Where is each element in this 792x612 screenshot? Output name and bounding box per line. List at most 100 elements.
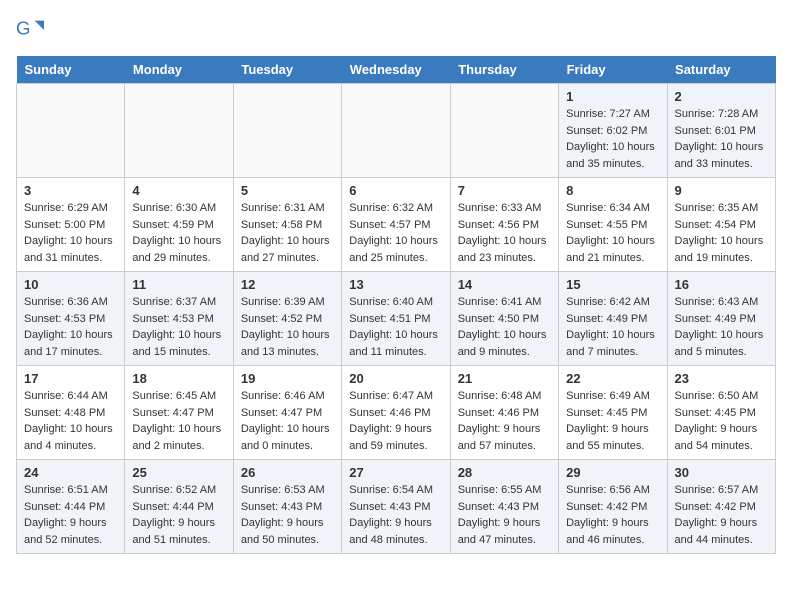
weekday-header-saturday: Saturday	[667, 56, 775, 84]
day-number: 3	[24, 183, 117, 198]
day-number: 25	[132, 465, 225, 480]
day-number: 29	[566, 465, 659, 480]
day-info: Sunrise: 6:34 AMSunset: 4:55 PMDaylight:…	[566, 200, 659, 266]
calendar-cell: 19 Sunrise: 6:46 AMSunset: 4:47 PMDayligh…	[233, 366, 341, 460]
day-number: 30	[675, 465, 768, 480]
day-number: 19	[241, 371, 334, 386]
calendar-cell: 29Sunrise: 6:56 AMSunset: 4:42 PMDayligh…	[559, 460, 667, 554]
calendar-cell: 23 Sunrise: 6:50 AMSunset: 4:45 PMDayligh…	[667, 366, 775, 460]
day-number: 7	[458, 183, 551, 198]
logo-icon: G	[16, 16, 44, 44]
day-number: 9	[675, 183, 768, 198]
day-number: 10	[24, 277, 117, 292]
calendar-cell: 28 Sunrise: 6:55 AMSunset: 4:43 PMDayligh…	[450, 460, 558, 554]
day-info: Sunrise: 6:54 AMSunset: 4:43 PMDaylight:…	[349, 482, 442, 548]
calendar-cell: 26Sunrise: 6:53 AMSunset: 4:43 PMDayligh…	[233, 460, 341, 554]
day-info: Sunrise: 6:51 AMSunset: 4:44 PMDaylight:…	[24, 482, 117, 548]
calendar-cell: 27 Sunrise: 6:54 AMSunset: 4:43 PMDayligh…	[342, 460, 450, 554]
day-number: 21	[458, 371, 551, 386]
day-info: Sunrise: 6:49 AMSunset: 4:45 PMDaylight:…	[566, 388, 659, 454]
day-info: Sunrise: 6:35 AMSunset: 4:54 PMDaylight:…	[675, 200, 768, 266]
weekday-header-friday: Friday	[559, 56, 667, 84]
calendar-cell: 8 Sunrise: 6:34 AMSunset: 4:55 PMDaylight…	[559, 178, 667, 272]
weekday-header-thursday: Thursday	[450, 56, 558, 84]
calendar-cell: 15 Sunrise: 6:42 AMSunset: 4:49 PMDayligh…	[559, 272, 667, 366]
calendar-cell	[125, 84, 233, 178]
day-number: 4	[132, 183, 225, 198]
day-info: Sunrise: 6:43 AMSunset: 4:49 PMDaylight:…	[675, 294, 768, 360]
day-number: 5	[241, 183, 334, 198]
calendar-cell: 2 Sunrise: 7:28 AMSunset: 6:01 PMDaylight…	[667, 84, 775, 178]
day-number: 26	[241, 465, 334, 480]
calendar-week-row: 10 Sunrise: 6:36 AMSunset: 4:53 PMDayligh…	[17, 272, 776, 366]
calendar-cell: 5 Sunrise: 6:31 AMSunset: 4:58 PMDaylight…	[233, 178, 341, 272]
day-info: Sunrise: 6:47 AMSunset: 4:46 PMDaylight:…	[349, 388, 442, 454]
day-number: 22	[566, 371, 659, 386]
day-number: 14	[458, 277, 551, 292]
calendar-cell	[17, 84, 125, 178]
calendar-cell: 21 Sunrise: 6:48 AMSunset: 4:46 PMDayligh…	[450, 366, 558, 460]
calendar-cell: 12 Sunrise: 6:39 AMSunset: 4:52 PMDayligh…	[233, 272, 341, 366]
day-number: 13	[349, 277, 442, 292]
calendar-week-row: 24 Sunrise: 6:51 AMSunset: 4:44 PMDayligh…	[17, 460, 776, 554]
day-info: Sunrise: 6:50 AMSunset: 4:45 PMDaylight:…	[675, 388, 768, 454]
weekday-header-sunday: Sunday	[17, 56, 125, 84]
calendar-cell	[342, 84, 450, 178]
calendar-cell: 7Sunrise: 6:33 AMSunset: 4:56 PMDaylight…	[450, 178, 558, 272]
calendar-cell: 6Sunrise: 6:32 AMSunset: 4:57 PMDaylight…	[342, 178, 450, 272]
calendar-cell: 1Sunrise: 7:27 AMSunset: 6:02 PMDaylight…	[559, 84, 667, 178]
calendar-cell: 10 Sunrise: 6:36 AMSunset: 4:53 PMDayligh…	[17, 272, 125, 366]
calendar-table: SundayMondayTuesdayWednesdayThursdayFrid…	[16, 56, 776, 554]
day-info: Sunrise: 6:32 AMSunset: 4:57 PMDaylight:…	[349, 200, 442, 266]
day-info: Sunrise: 6:46 AMSunset: 4:47 PMDaylight:…	[241, 388, 334, 454]
logo: G	[16, 16, 48, 44]
day-number: 15	[566, 277, 659, 292]
calendar-cell: 3 Sunrise: 6:29 AMSunset: 5:00 PMDaylight…	[17, 178, 125, 272]
calendar-cell: 18 Sunrise: 6:45 AMSunset: 4:47 PMDayligh…	[125, 366, 233, 460]
day-number: 27	[349, 465, 442, 480]
day-info: Sunrise: 6:30 AMSunset: 4:59 PMDaylight:…	[132, 200, 225, 266]
calendar-cell: 24 Sunrise: 6:51 AMSunset: 4:44 PMDayligh…	[17, 460, 125, 554]
calendar-cell: 17Sunrise: 6:44 AMSunset: 4:48 PMDayligh…	[17, 366, 125, 460]
calendar-week-row: 1Sunrise: 7:27 AMSunset: 6:02 PMDaylight…	[17, 84, 776, 178]
day-info: Sunrise: 6:37 AMSunset: 4:53 PMDaylight:…	[132, 294, 225, 360]
day-info: Sunrise: 6:45 AMSunset: 4:47 PMDaylight:…	[132, 388, 225, 454]
day-number: 8	[566, 183, 659, 198]
day-number: 18	[132, 371, 225, 386]
calendar-cell	[233, 84, 341, 178]
calendar-cell: 9 Sunrise: 6:35 AMSunset: 4:54 PMDaylight…	[667, 178, 775, 272]
day-info: Sunrise: 6:41 AMSunset: 4:50 PMDaylight:…	[458, 294, 551, 360]
calendar-cell: 20Sunrise: 6:47 AMSunset: 4:46 PMDayligh…	[342, 366, 450, 460]
day-info: Sunrise: 6:57 AMSunset: 4:42 PMDaylight:…	[675, 482, 768, 548]
day-number: 16	[675, 277, 768, 292]
calendar-cell: 25Sunrise: 6:52 AMSunset: 4:44 PMDayligh…	[125, 460, 233, 554]
day-number: 2	[675, 89, 768, 104]
day-number: 11	[132, 277, 225, 292]
day-info: Sunrise: 6:31 AMSunset: 4:58 PMDaylight:…	[241, 200, 334, 266]
calendar-cell	[450, 84, 558, 178]
weekday-header-row: SundayMondayTuesdayWednesdayThursdayFrid…	[17, 56, 776, 84]
day-number: 17	[24, 371, 117, 386]
day-info: Sunrise: 6:36 AMSunset: 4:53 PMDaylight:…	[24, 294, 117, 360]
calendar-cell: 14 Sunrise: 6:41 AMSunset: 4:50 PMDayligh…	[450, 272, 558, 366]
weekday-header-wednesday: Wednesday	[342, 56, 450, 84]
calendar-cell: 4 Sunrise: 6:30 AMSunset: 4:59 PMDaylight…	[125, 178, 233, 272]
day-info: Sunrise: 6:40 AMSunset: 4:51 PMDaylight:…	[349, 294, 442, 360]
weekday-header-tuesday: Tuesday	[233, 56, 341, 84]
day-number: 28	[458, 465, 551, 480]
calendar-cell: 11 Sunrise: 6:37 AMSunset: 4:53 PMDayligh…	[125, 272, 233, 366]
day-info: Sunrise: 7:28 AMSunset: 6:01 PMDaylight:…	[675, 106, 768, 172]
day-info: Sunrise: 6:39 AMSunset: 4:52 PMDaylight:…	[241, 294, 334, 360]
day-number: 12	[241, 277, 334, 292]
day-number: 1	[566, 89, 659, 104]
calendar-cell: 13 Sunrise: 6:40 AMSunset: 4:51 PMDayligh…	[342, 272, 450, 366]
calendar-week-row: 3 Sunrise: 6:29 AMSunset: 5:00 PMDaylight…	[17, 178, 776, 272]
weekday-header-monday: Monday	[125, 56, 233, 84]
day-number: 23	[675, 371, 768, 386]
day-info: Sunrise: 6:55 AMSunset: 4:43 PMDaylight:…	[458, 482, 551, 548]
day-info: Sunrise: 6:42 AMSunset: 4:49 PMDaylight:…	[566, 294, 659, 360]
day-info: Sunrise: 6:29 AMSunset: 5:00 PMDaylight:…	[24, 200, 117, 266]
day-number: 24	[24, 465, 117, 480]
calendar-week-row: 17Sunrise: 6:44 AMSunset: 4:48 PMDayligh…	[17, 366, 776, 460]
day-info: Sunrise: 6:48 AMSunset: 4:46 PMDaylight:…	[458, 388, 551, 454]
